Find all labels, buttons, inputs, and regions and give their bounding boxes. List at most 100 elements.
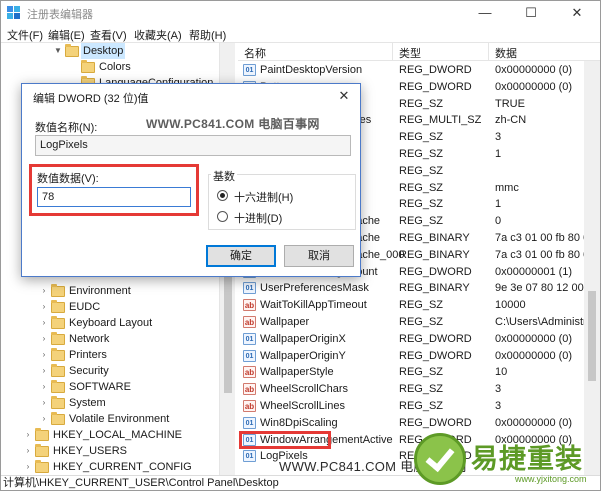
edit-dword-dialog: 编辑 DWORD (32 位)值 ✕ WWW.PC841.COM 电脑百事网 数… — [21, 83, 361, 277]
dec-radio-label[interactable]: 十进制(D) — [234, 210, 282, 226]
list-row[interactable]: 01 Win8DpiScaling REG_DWORD 0x00000000 (0) — [238, 415, 600, 432]
string-value-icon: ab — [243, 400, 256, 412]
row-data: zh-CN — [495, 114, 527, 127]
column-header-type[interactable]: 类型 — [399, 45, 421, 61]
base-label: 基数 — [211, 168, 237, 184]
folder-icon — [35, 428, 49, 441]
column-header-data[interactable]: 数据 — [495, 45, 517, 61]
chevron-right-icon[interactable]: › — [23, 427, 33, 443]
chevron-right-icon[interactable]: › — [23, 443, 33, 459]
menu-bar: 文件(F) 编辑(E) 查看(V) 收藏夹(A) 帮助(H) — [1, 25, 600, 43]
row-data: C:\Users\Administra — [495, 316, 593, 328]
chevron-right-icon[interactable]: › — [39, 395, 49, 411]
folder-icon — [51, 284, 65, 297]
cancel-button[interactable]: 取消 — [284, 245, 354, 267]
column-divider[interactable] — [488, 43, 489, 61]
row-data: 3 — [495, 383, 502, 396]
row-type: REG_SZ — [399, 198, 444, 211]
row-data: 1 — [495, 198, 502, 211]
row-data: 7a c3 01 00 fb 80 04 — [495, 232, 596, 244]
chevron-down-icon[interactable]: ▼ — [53, 43, 63, 59]
chevron-right-icon[interactable]: › — [39, 315, 49, 331]
menu-view[interactable]: 查看(V) — [90, 27, 127, 43]
row-name: WallpaperOriginX — [260, 332, 346, 345]
column-header-name[interactable]: 名称 — [244, 45, 266, 61]
row-name: WheelScrollChars — [260, 383, 349, 396]
hex-radio-label[interactable]: 十六进制(H) — [234, 189, 293, 205]
row-type: REG_SZ — [399, 131, 444, 144]
list-row[interactable]: ab WaitToKillAppTimeout REG_SZ 10000 — [238, 297, 600, 314]
list-vertical-scrollbar[interactable] — [584, 61, 600, 475]
row-name: WaitToKillAppTimeout — [260, 299, 367, 312]
row-type: REG_SZ — [399, 164, 444, 177]
registry-app-icon — [7, 6, 20, 19]
dialog-close-button[interactable]: ✕ — [334, 86, 354, 106]
row-data: 0x00000001 (1) — [495, 265, 573, 278]
list-row[interactable]: 01 UserPreferencesMask REG_BINARY 9e 3e 07 … — [238, 280, 600, 297]
chevron-right-icon[interactable]: › — [39, 283, 49, 299]
hex-radio[interactable] — [217, 190, 228, 201]
folder-icon — [51, 332, 65, 345]
binary-value-icon: 01 — [243, 332, 256, 345]
row-data: 10000 — [495, 299, 526, 312]
row-data: 0x00000000 (0) — [495, 416, 573, 429]
folder-icon — [51, 300, 65, 313]
menu-help[interactable]: 帮助(H) — [189, 27, 226, 43]
row-name: UserPreferencesMask — [260, 282, 369, 295]
binary-value-icon: 01 — [243, 349, 256, 362]
brand-logo-icon — [414, 433, 466, 485]
value-name-field[interactable]: LogPixels — [35, 135, 351, 156]
row-data: 7a c3 01 00 fb 80 04 — [495, 248, 596, 261]
column-divider[interactable] — [392, 43, 393, 61]
row-data: 3 — [495, 400, 502, 412]
list-row[interactable]: 01 PaintDesktopVersion REG_DWORD 0x00000000… — [238, 62, 600, 79]
list-row[interactable]: ab Wallpaper REG_SZ C:\Users\Administra — [238, 314, 600, 331]
row-data: 0x00000000 (0) — [495, 64, 573, 76]
row-type: REG_BINARY — [399, 248, 470, 261]
chevron-right-icon[interactable]: › — [39, 299, 49, 315]
folder-icon — [35, 460, 49, 473]
row-data: 0 — [495, 215, 502, 228]
row-type: REG_SZ — [399, 299, 444, 312]
list-row[interactable]: 01 WallpaperOriginY REG_DWORD 0x00000000 (0… — [238, 348, 600, 365]
row-type: REG_DWORD — [399, 64, 472, 76]
binary-value-icon: 01 — [243, 450, 256, 463]
chevron-right-icon[interactable]: › — [39, 347, 49, 363]
maximize-button[interactable]: ☐ — [508, 1, 554, 25]
chevron-right-icon[interactable]: › — [39, 363, 49, 379]
row-name: Win8DpiScaling — [260, 416, 338, 429]
row-type: REG_BINARY — [399, 282, 470, 295]
list-row[interactable]: ab WallpaperStyle REG_SZ 10 — [238, 364, 600, 381]
list-row[interactable]: 01 WallpaperOriginX REG_DWORD 0x00000000 (0… — [238, 331, 600, 348]
ok-button[interactable]: 确定 — [206, 245, 276, 267]
menu-edit[interactable]: 编辑(E) — [48, 27, 85, 43]
menu-file[interactable]: 文件(F) — [7, 27, 43, 43]
row-type: REG_BINARY — [399, 232, 470, 244]
row-name: WallpaperStyle — [260, 366, 334, 379]
binary-value-icon: 01 — [243, 282, 256, 295]
row-type: REG_DWORD — [399, 265, 472, 278]
row-type: REG_SZ — [399, 215, 444, 228]
folder-icon — [51, 380, 65, 393]
folder-icon — [81, 60, 95, 73]
list-row[interactable]: ab WheelScrollLines REG_SZ 3 — [238, 398, 600, 415]
logpixels-highlight-box — [239, 431, 331, 449]
chevron-right-icon[interactable]: › — [39, 379, 49, 395]
row-type: REG_DWORD — [399, 349, 472, 362]
row-type: REG_SZ — [399, 316, 444, 328]
chevron-right-icon[interactable]: › — [23, 459, 33, 475]
row-name: WheelScrollLines — [260, 400, 345, 412]
minimize-button[interactable]: — — [462, 1, 508, 25]
row-type: REG_DWORD — [399, 332, 472, 345]
list-scroll-thumb[interactable] — [588, 291, 596, 381]
dec-radio[interactable] — [217, 211, 228, 222]
list-header: 名称 类型 数据 — [238, 43, 600, 61]
chevron-right-icon[interactable]: › — [39, 411, 49, 427]
brand-url: www.yjxitong.com — [515, 474, 587, 484]
menu-favorites[interactable]: 收藏夹(A) — [134, 27, 182, 43]
chevron-right-icon[interactable]: › — [39, 331, 49, 347]
brand-badge: 易捷重装 www.yjxitong.com — [411, 431, 600, 489]
list-row[interactable]: ab WheelScrollChars REG_SZ 3 — [238, 381, 600, 398]
close-button[interactable]: ✕ — [554, 1, 600, 25]
string-value-icon: ab — [243, 316, 256, 328]
